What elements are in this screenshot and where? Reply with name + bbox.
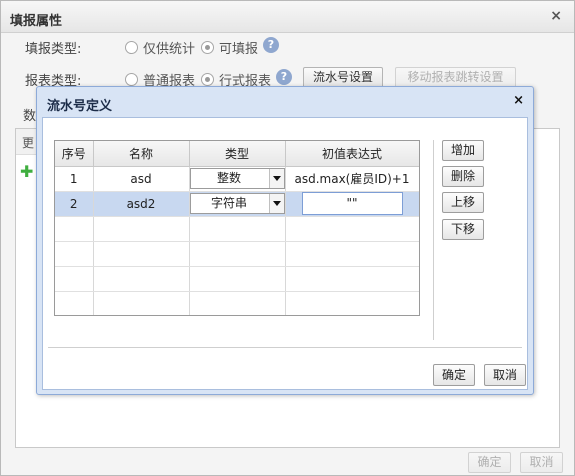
modal-title: 流水号定义 <box>47 99 113 114</box>
table-row <box>55 266 419 292</box>
help-icon[interactable]: ? <box>276 69 292 85</box>
cell-seq[interactable]: 2 <box>55 191 94 217</box>
modal-header: 流水号定义 × <box>37 87 533 117</box>
help-icon[interactable]: ? <box>263 37 279 53</box>
cell-seq[interactable]: 1 <box>55 166 94 192</box>
radio-stats-only[interactable]: 仅供统计 <box>125 38 195 57</box>
type-select-value: 整数 <box>216 171 241 185</box>
mobile-jump-settings-button: 移动报表跳转设置 <box>395 67 516 88</box>
expr-editor[interactable]: "" <box>301 192 403 215</box>
cell-type[interactable]: 整数 <box>189 166 286 192</box>
add-icon[interactable]: ✚ <box>20 162 33 181</box>
type-select[interactable]: 整数 <box>189 168 285 189</box>
close-icon[interactable]: × <box>513 93 524 108</box>
type-select[interactable]: 字符串 <box>189 193 285 214</box>
radio-dot[interactable] <box>201 41 214 54</box>
table-row <box>55 291 419 315</box>
move-up-button[interactable]: 上移 <box>442 192 484 213</box>
radio-dot[interactable] <box>201 73 214 86</box>
serial-grid: 序号 名称 类型 初值表达式 1 asd 整数 asd.max(雇员ID)+1 … <box>54 140 420 316</box>
table-row <box>55 241 419 267</box>
ok-button[interactable]: 确定 <box>433 364 475 386</box>
chevron-down-icon[interactable] <box>268 194 284 213</box>
fill-type-label: 填报类型: <box>25 42 82 57</box>
delete-button[interactable]: 删除 <box>442 166 484 187</box>
divider <box>48 347 522 348</box>
cell-expr[interactable]: asd.max(雇员ID)+1 <box>285 166 419 192</box>
divider <box>433 140 434 340</box>
column-header-type[interactable]: 类型 <box>189 141 286 167</box>
cell-expr[interactable]: "" <box>285 191 419 217</box>
column-header-name[interactable]: 名称 <box>93 141 190 167</box>
add-button[interactable]: 增加 <box>442 140 484 161</box>
dialog-title: 填报属性 <box>10 14 63 29</box>
cancel-button[interactable]: 取消 <box>484 364 526 386</box>
radio-label: 仅供统计 <box>143 42 196 57</box>
cell-name[interactable]: asd <box>93 166 190 192</box>
radio-dot[interactable] <box>125 41 138 54</box>
table-row <box>55 216 419 242</box>
radio-fillable[interactable]: 可填报 <box>201 38 258 57</box>
close-icon[interactable]: × <box>550 8 562 24</box>
data-section-label: 数 <box>23 109 37 124</box>
radio-label: 可填报 <box>219 42 259 57</box>
radio-dot[interactable] <box>125 73 138 86</box>
ok-button[interactable]: 确定 <box>468 452 511 473</box>
column-header-seq[interactable]: 序号 <box>55 141 94 167</box>
dialog-header: 填报属性 × <box>1 1 574 33</box>
type-select-value: 字符串 <box>210 196 247 210</box>
modal-body: 序号 名称 类型 初值表达式 1 asd 整数 asd.max(雇员ID)+1 … <box>42 117 528 390</box>
table-row[interactable]: 2 asd2 字符串 "" <box>55 191 419 217</box>
cell-name[interactable]: asd2 <box>93 191 190 217</box>
move-down-button[interactable]: 下移 <box>442 219 484 240</box>
serial-number-settings-button[interactable]: 流水号设置 <box>303 67 383 88</box>
cell-type[interactable]: 字符串 <box>189 191 286 217</box>
column-header-expr[interactable]: 初值表达式 <box>285 141 419 167</box>
cancel-button[interactable]: 取消 <box>520 452 563 473</box>
table-row[interactable]: 1 asd 整数 asd.max(雇员ID)+1 <box>55 166 419 192</box>
serial-number-dialog: 流水号定义 × 序号 名称 类型 初值表达式 1 asd 整数 asd.max(… <box>36 86 534 395</box>
chevron-down-icon[interactable] <box>268 169 284 188</box>
